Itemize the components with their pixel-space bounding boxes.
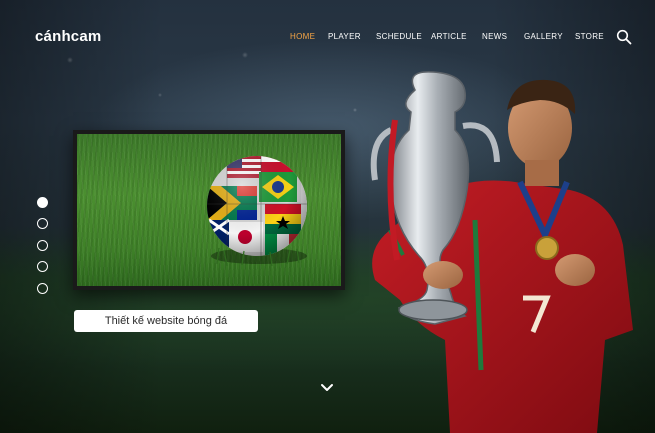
slide-caption[interactable]: Thiết kế website bóng đá — [74, 310, 258, 332]
nav-item-schedule[interactable]: SCHEDULE — [376, 32, 422, 41]
slider-dot-5[interactable] — [37, 283, 48, 294]
featured-image-frame[interactable] — [73, 130, 345, 290]
slider-dot-3[interactable] — [37, 240, 48, 251]
main-nav: HOME PLAYER SCHEDULE ARTICLE NEWS GALLER… — [0, 32, 655, 44]
slider-dot-2[interactable] — [37, 218, 48, 229]
nav-item-article[interactable]: ARTICLE — [431, 32, 467, 41]
search-icon[interactable] — [616, 29, 632, 45]
nav-item-gallery[interactable]: GALLERY — [524, 32, 563, 41]
nav-item-store[interactable]: STORE — [575, 32, 604, 41]
nav-item-news[interactable]: NEWS — [482, 32, 507, 41]
chevron-down-icon[interactable] — [320, 383, 334, 393]
player-with-trophy-image — [370, 71, 633, 433]
slider-dot-4[interactable] — [37, 261, 48, 272]
flag-football-image — [207, 156, 307, 267]
slider-dot-1[interactable] — [37, 197, 48, 208]
nav-item-home[interactable]: HOME — [290, 32, 315, 41]
nav-item-player[interactable]: PLAYER — [328, 32, 361, 41]
